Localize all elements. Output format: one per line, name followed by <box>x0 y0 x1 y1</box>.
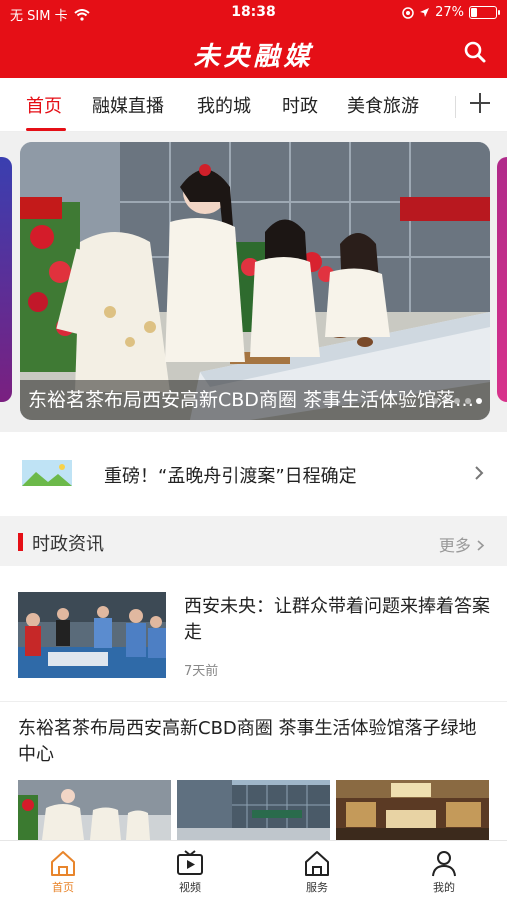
news-image <box>336 780 489 840</box>
tab-divider <box>455 96 456 118</box>
status-bar: 无 SIM 卡 18:38 27% <box>0 0 507 26</box>
banner-caption: 东裕茗茶布局西安高新CBD商圈 茶事生活体验馆落子绿地中心 <box>20 380 490 420</box>
battery-icon <box>469 6 500 19</box>
news-time: 7天前 <box>184 664 219 679</box>
nav-label: 我的 <box>433 881 455 894</box>
news-image-row <box>18 780 489 840</box>
section-title: 时政资讯 <box>32 534 104 555</box>
nav-video[interactable]: 视频 <box>150 849 230 895</box>
service-icon <box>305 851 329 876</box>
tab-food-travel[interactable]: 美食旅游 <box>347 92 419 118</box>
nav-label: 首页 <box>52 881 74 894</box>
news-image <box>18 780 171 840</box>
search-icon[interactable] <box>461 38 489 66</box>
nav-mine[interactable]: 我的 <box>404 849 484 895</box>
news-item[interactable]: 东裕茗茶布局西安高新CBD商圈 茶事生活体验馆落子绿地中心 <box>0 712 507 842</box>
banner-carousel[interactable]: 东裕茗茶布局西安高新CBD商圈 茶事生活体验馆落子绿地中心 <box>0 132 507 432</box>
carousel-dot[interactable] <box>476 398 482 404</box>
tab-politics[interactable]: 时政 <box>282 92 318 118</box>
tab-home[interactable]: 首页 <box>26 92 62 118</box>
nav-service[interactable]: 服务 <box>277 849 357 895</box>
tab-my-city[interactable]: 我的城 <box>197 92 251 118</box>
nav-label: 视频 <box>179 881 201 894</box>
plus-icon[interactable] <box>465 88 495 118</box>
section-header: 时政资讯 更多 <box>0 516 507 566</box>
next-slide-peek[interactable] <box>497 157 507 402</box>
lock-rotation-icon <box>402 6 414 19</box>
carousel-dot[interactable] <box>454 398 460 404</box>
header: 无 SIM 卡 18:38 27% 未央融媒 <box>0 0 507 78</box>
carousel-dot[interactable] <box>465 398 471 404</box>
banner-slide[interactable]: 东裕茗茶布局西安高新CBD商圈 茶事生活体验馆落子绿地中心 <box>20 142 490 420</box>
nav-label: 服务 <box>306 881 328 894</box>
app-bar: 未央融媒 <box>0 26 507 78</box>
person-icon <box>432 851 456 877</box>
prev-slide-peek[interactable] <box>0 157 12 402</box>
battery-fill <box>471 8 477 17</box>
banner-image <box>20 142 490 420</box>
bottom-navigation: 首页 视频 服务 我的 <box>0 840 507 900</box>
chevron-right-icon <box>475 466 484 480</box>
active-tab-indicator <box>26 128 66 131</box>
news-image <box>177 780 330 840</box>
section-marker <box>18 533 23 551</box>
channel-tabs: 首页 融媒直播 我的城 时政 美食旅游 <box>0 78 507 132</box>
video-icon <box>177 850 203 875</box>
landscape-icon <box>22 460 72 486</box>
carousel-dot[interactable] <box>443 398 449 404</box>
news-title: 东裕茗茶布局西安高新CBD商圈 茶事生活体验馆落子绿地中心 <box>18 718 477 765</box>
chevron-right-icon <box>477 540 485 551</box>
more-link[interactable]: 更多 <box>439 532 485 556</box>
news-thumbnail <box>18 592 166 678</box>
nav-home[interactable]: 首页 <box>23 849 103 895</box>
app-logo: 未央融媒 <box>193 42 314 72</box>
headline-notice[interactable]: 重磅！“孟晚舟引渡案”日程确定 <box>0 440 507 508</box>
home-icon <box>51 851 75 876</box>
news-title: 西安未央：让群众带着问题来捧着答案走 <box>184 596 490 643</box>
tab-live[interactable]: 融媒直播 <box>92 92 164 118</box>
carousel-dot[interactable] <box>432 398 438 404</box>
notice-text: 重磅！“孟晚舟引渡案”日程确定 <box>104 466 357 487</box>
news-item[interactable]: 西安未央：让群众带着问题来捧着答案走 7天前 <box>0 580 507 702</box>
more-label: 更多 <box>438 536 471 555</box>
battery-percent: 27% <box>435 5 464 20</box>
carousel-dots <box>432 398 482 404</box>
location-icon <box>420 8 430 17</box>
